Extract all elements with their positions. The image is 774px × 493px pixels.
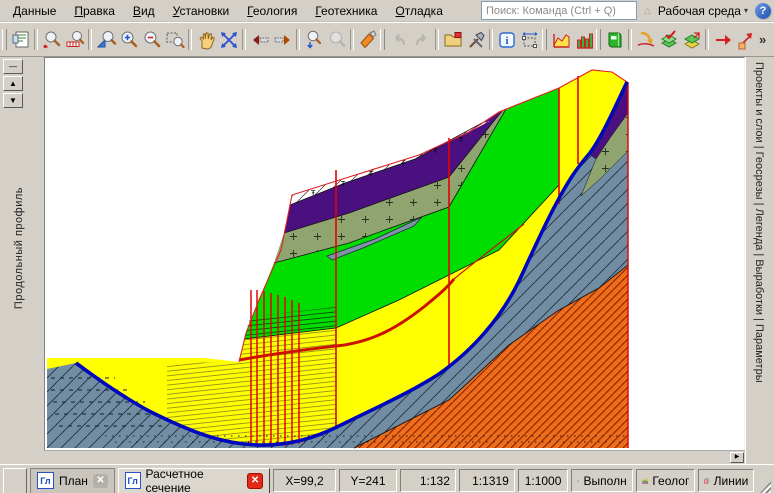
horizontal-scrollbar[interactable]: ▶ [44,450,745,464]
drawing-canvas[interactable]: ŦŦŦŦŦŦ [44,57,745,451]
layers-check-icon[interactable] [657,28,680,51]
toolbar-separator [350,29,354,50]
menu-geotechnics[interactable]: Геотехника [306,2,386,20]
panel-collapse-button[interactable]: — [3,59,23,74]
geology-layers-icon [642,474,649,488]
fragment-next-icon[interactable] [271,28,294,51]
fragment-prev-icon[interactable] [248,28,271,51]
coordinate-y-field: Y=241 [339,469,397,492]
menu-data[interactable]: Данные [4,2,65,20]
section-drawing: ŦŦŦŦŦŦ [45,58,744,450]
scroll-up-button[interactable]: ▲ [3,76,23,91]
legend-book-icon[interactable] [603,28,626,51]
layers-move-icon[interactable] [680,28,703,51]
zoom-area-icon[interactable] [94,28,117,51]
menu-settings[interactable]: Установки [164,2,239,20]
open-document-icon[interactable] [441,28,464,51]
check-icon [577,474,579,488]
toolbar-overflow-button[interactable]: » [757,32,768,47]
tab-longitudinal-profile[interactable]: Продольный профиль [13,187,25,309]
measure-frame-icon[interactable] [518,28,541,51]
menu-view[interactable]: Вид [124,2,164,20]
application-window: Данные Правка Вид Установки Геология Гео… [0,0,774,493]
main-toolbar: i » [0,22,774,57]
toolbar-grip[interactable] [596,29,601,50]
export-curve-icon[interactable] [634,28,657,51]
bar-chart-icon[interactable] [572,28,595,51]
collapse-triangle-icon[interactable]: △ [644,6,651,15]
toolbar-separator [242,29,246,50]
status-bar: Гл План ✕ Гл Расчетное сечение ✕ X=99,2 … [0,464,774,493]
toolbar-grip[interactable] [2,29,7,50]
workspace-selector[interactable]: Рабочая среда ▾ [658,4,748,18]
profile-chart-icon[interactable] [549,28,572,51]
chevron-down-icon: ▾ [744,6,748,15]
tab-scroll-button[interactable] [3,468,27,493]
toolbar-separator [435,29,439,50]
toolbar-separator [188,29,192,50]
geology-tab-icon: Гл [37,472,54,489]
menu-edit[interactable]: Правка [65,2,124,20]
toolbar-grip[interactable] [380,29,385,50]
zoom-extents-icon[interactable] [217,28,240,51]
lines-icon [704,474,709,488]
coordinate-x-field: X=99,2 [273,469,336,492]
zoom-window-icon[interactable] [163,28,186,51]
left-panel: — ▲ ▼ Продольный профиль [0,57,44,464]
tab-plan[interactable]: Гл План ✕ [30,468,115,493]
tab-plan-label: План [59,474,88,488]
menu-debug[interactable]: Отладка [386,2,451,20]
right-panel-tabs[interactable]: Проекты и слои | Геосрезы | Легенда | Вы… [753,62,765,383]
main-area: — ▲ ▼ Продольный профиль [0,57,774,464]
redo-icon[interactable] [410,28,433,51]
svg-text:i: i [505,35,508,47]
tab-calculated-section-label: Расчетное сечение [146,467,243,493]
close-icon[interactable]: ✕ [247,473,263,489]
geology-tab-icon: Гл [125,472,141,489]
zoom-ruler-icon[interactable] [63,28,86,51]
scroll-down-button[interactable]: ▼ [3,93,23,108]
toolbar-grip[interactable] [542,29,547,50]
zoom-in-icon[interactable] [117,28,140,51]
geology-mode-button[interactable]: Геолог [636,469,696,492]
scale-field-3[interactable]: 1:1000 [518,469,568,492]
tab-calculated-section[interactable]: Гл Расчетное сечение ✕ [118,468,270,493]
toolbar-separator [705,29,709,50]
help-icon[interactable]: ? [755,3,771,19]
scale-field-2[interactable]: 1:1319 [459,469,515,492]
canvas-holder: ŦŦŦŦŦŦ [44,57,745,464]
close-icon[interactable]: ✕ [93,474,108,488]
element-info-icon[interactable]: i [495,28,518,51]
zoom-out-icon[interactable] [140,28,163,51]
node-target-icon[interactable] [734,28,757,51]
right-panel: Проекты и слои | Геосрезы | Легенда | Вы… [745,57,774,464]
scale-field-1[interactable]: 1:132 [400,469,456,492]
zoom-marker-icon[interactable] [40,28,63,51]
menu-geology[interactable]: Геология [238,2,306,20]
project-properties-icon[interactable] [9,28,32,51]
undo-icon[interactable] [387,28,410,51]
zoom-previous-icon[interactable] [325,28,348,51]
toolbar-separator [489,29,493,50]
pan-hand-icon[interactable] [194,28,217,51]
lines-mode-button[interactable]: Линии [698,469,754,492]
toolbar-separator [34,29,38,50]
tools-icon[interactable] [464,28,487,51]
toolbar-separator [296,29,300,50]
command-search-input[interactable] [481,1,637,20]
go-next-icon[interactable] [711,28,734,51]
scroll-right-button[interactable]: ▶ [730,452,744,463]
toolbar-separator [88,29,92,50]
zoom-selection-icon[interactable] [302,28,325,51]
topbar-right: △ Рабочая среда ▾ ? [481,1,771,20]
refresh-view-icon[interactable] [356,28,379,51]
menu-bar: Данные Правка Вид Установки Геология Гео… [0,0,774,22]
window-resize-grip[interactable] [757,481,771,493]
toolbar-separator [628,29,632,50]
execute-mode-button[interactable]: Выполн [571,469,632,492]
workspace-label: Рабочая среда [658,4,741,18]
